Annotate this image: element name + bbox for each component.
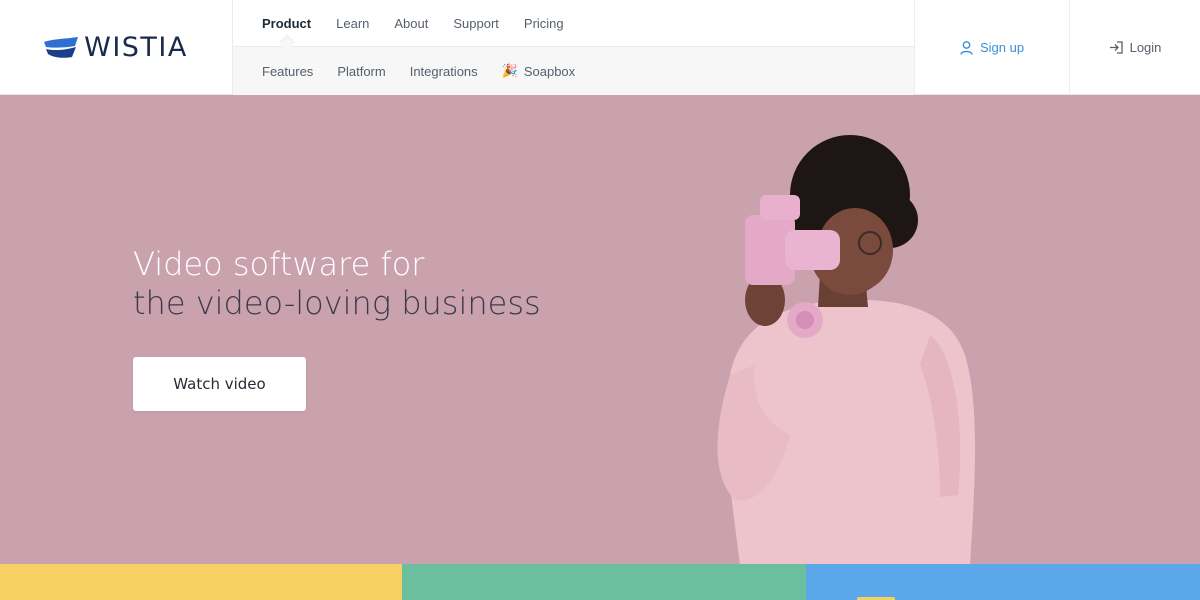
- logo-wordmark: WISTIA: [84, 32, 188, 63]
- subnav-item-soapbox[interactable]: 🎉 Soapbox: [502, 63, 576, 79]
- subnav-item-features[interactable]: Features: [262, 64, 313, 79]
- user-icon: [960, 40, 973, 55]
- hero-headline-line2: the video-loving business: [133, 284, 541, 322]
- signup-button[interactable]: Sign up: [914, 0, 1070, 95]
- wistia-flag-icon: [44, 36, 79, 58]
- login-icon: [1109, 41, 1123, 54]
- signup-label: Sign up: [979, 40, 1025, 55]
- nav-item-product[interactable]: Product: [262, 16, 311, 31]
- logo-container[interactable]: WISTIA: [0, 0, 233, 95]
- nav-item-support[interactable]: Support: [453, 16, 499, 31]
- watch-video-button[interactable]: Watch video: [133, 357, 306, 411]
- nav-item-about[interactable]: About: [394, 16, 428, 31]
- feature-strip-blue: [806, 564, 1200, 600]
- hero-headline-line1: Video software for: [133, 245, 425, 283]
- primary-nav: Product Learn About Support Pricing: [233, 0, 914, 46]
- hero-section: Video software for the video-loving busi…: [0, 95, 1200, 564]
- hero-headline: Video software for the video-loving busi…: [133, 245, 541, 323]
- wistia-logo[interactable]: WISTIA: [44, 32, 188, 63]
- feature-strip-green: [402, 564, 806, 600]
- nav-item-pricing[interactable]: Pricing: [524, 16, 564, 31]
- login-button[interactable]: Login: [1070, 0, 1200, 95]
- feature-strip-yellow: [0, 564, 402, 600]
- site-header: WISTIA Product Learn About Support Prici…: [0, 0, 1200, 95]
- login-label: Login: [1129, 40, 1162, 55]
- subnav-item-soapbox-label: Soapbox: [523, 63, 576, 79]
- main-navigation: Product Learn About Support Pricing Feat…: [233, 0, 914, 95]
- subnav-item-integrations[interactable]: Integrations: [410, 64, 478, 79]
- party-popper-icon: 🎉: [501, 63, 518, 78]
- nav-item-learn[interactable]: Learn: [336, 16, 369, 31]
- secondary-nav: Features Platform Integrations 🎉 Soapbox: [233, 46, 914, 95]
- hero-person-with-camera-image: [717, 135, 975, 564]
- subnav-item-platform[interactable]: Platform: [337, 64, 385, 79]
